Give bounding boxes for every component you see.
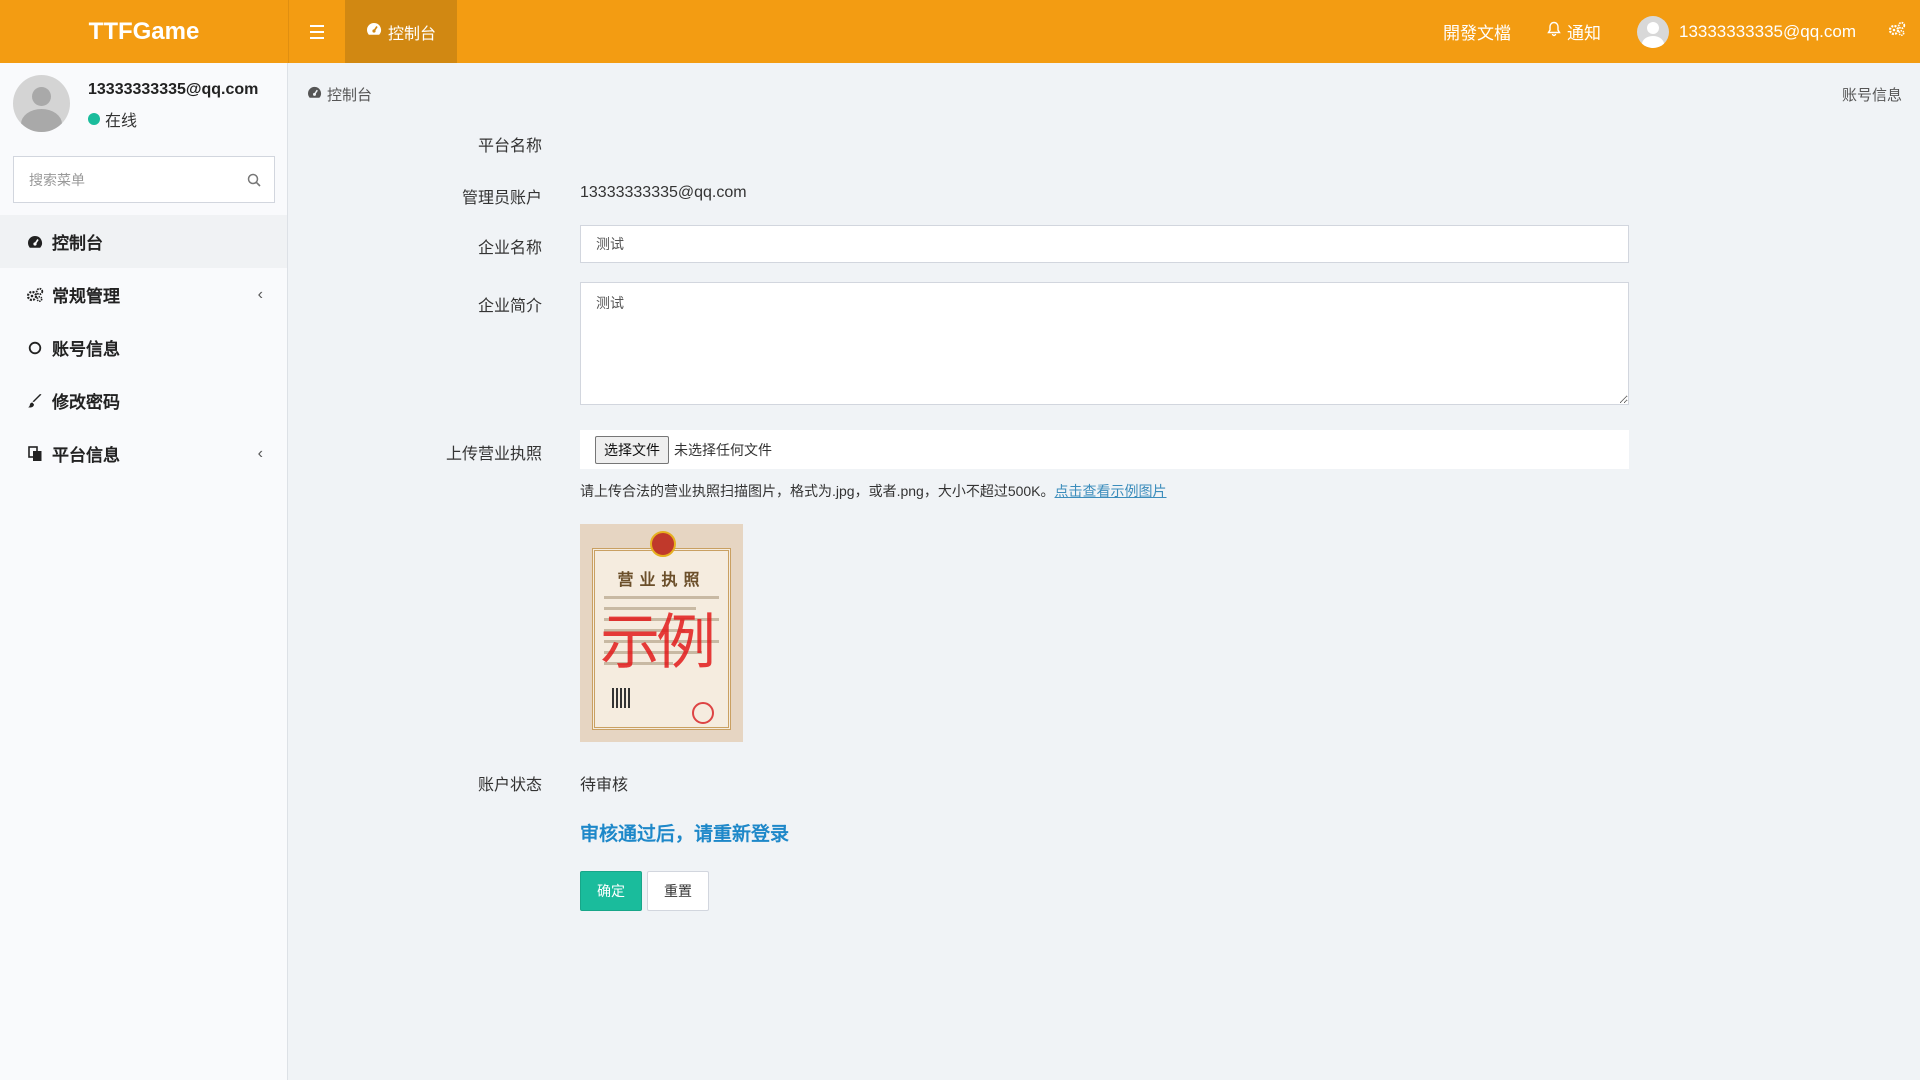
dashboard-icon xyxy=(307,86,322,103)
sidebar-item-label: 控制台 xyxy=(52,234,103,253)
file-upload-field: 选择文件 未选择任何文件 xyxy=(580,430,1629,469)
admin-account-value: 13333333335@qq.com xyxy=(580,184,747,201)
upload-hint: 请上传合法的营业执照扫描图片，格式为.jpg，或者.png，大小不超过500K。… xyxy=(580,481,1167,501)
view-sample-link[interactable]: 点击查看示例图片 xyxy=(1055,483,1167,499)
sidebar-item-label: 常规管理 xyxy=(52,287,120,306)
brush-icon xyxy=(26,392,44,410)
choose-file-button[interactable]: 选择文件 xyxy=(595,435,669,464)
seal-stamp-icon xyxy=(692,702,714,724)
docs-label: 開發文檔 xyxy=(1442,24,1511,43)
sidebar-item-platform[interactable]: 平台信息 ‹ xyxy=(0,427,287,480)
sidebar-menu: 控制台 常规管理 ‹ 账号信息 修改密码 平台信息 ‹ xyxy=(0,215,287,480)
gears-icon xyxy=(1888,21,1906,42)
avatar xyxy=(1636,15,1669,48)
notify-label: 通知 xyxy=(1566,24,1601,43)
online-status: 在线 xyxy=(88,107,137,131)
relogin-notice: 审核通过后，请重新登录 xyxy=(580,824,790,845)
sidebar-toggle-button[interactable] xyxy=(288,0,345,63)
user-email: 13333333335@qq.com xyxy=(1678,21,1856,41)
sidebar-item-password[interactable]: 修改密码 xyxy=(0,374,287,427)
sidebar-item-general[interactable]: 常规管理 ‹ xyxy=(0,268,287,321)
sidebar-item-label: 账号信息 xyxy=(52,340,120,359)
menu-search xyxy=(13,156,275,203)
sidebar: 13333333335@qq.com 在线 控制台 常规管理 ‹ xyxy=(0,63,288,1080)
copy-icon xyxy=(26,445,44,463)
sidebar-item-label: 平台信息 xyxy=(52,446,120,465)
tab-dashboard[interactable]: 控制台 xyxy=(345,0,457,63)
sidebar-item-account[interactable]: 账号信息 xyxy=(0,321,287,374)
status-dot-icon xyxy=(88,113,100,125)
docs-link[interactable]: 開發文檔 xyxy=(1425,0,1529,63)
emblem-icon xyxy=(650,531,676,557)
user-menu[interactable]: 13333333335@qq.com xyxy=(1619,0,1874,63)
sidebar-user-email: 13333333335@qq.com xyxy=(88,81,259,98)
user-panel: 13333333335@qq.com 在线 xyxy=(0,63,288,148)
sidebar-item-label: 修改密码 xyxy=(52,393,120,412)
dashboard-icon xyxy=(26,233,44,251)
company-name-label: 企业名称 xyxy=(477,240,542,257)
license-sample-image: 营业执照 示例 xyxy=(580,524,743,742)
license-title: 营业执照 xyxy=(617,572,706,589)
bell-icon xyxy=(1547,21,1561,42)
company-name-input[interactable] xyxy=(580,225,1629,263)
chevron-left-icon: ‹ xyxy=(257,444,263,462)
dashboard-icon xyxy=(366,22,382,41)
notify-button[interactable]: 通知 xyxy=(1529,0,1619,63)
admin-account-label: 管理员账户 xyxy=(461,190,542,207)
top-right-menu: 開發文檔 通知 13333333335@qq.com xyxy=(1425,0,1920,63)
tab-dashboard-label: 控制台 xyxy=(387,25,436,43)
top-navbar: TTFGame 控制台 開發文檔 通知 13333333335@qq.com xyxy=(0,0,1920,63)
sidebar-item-dashboard[interactable]: 控制台 xyxy=(0,215,287,268)
platform-name-label: 平台名称 xyxy=(477,138,542,155)
breadcrumb-page-title: 账号信息 xyxy=(1841,87,1902,104)
account-status-value: 待审核 xyxy=(580,777,629,794)
sample-watermark: 示例 xyxy=(600,608,716,678)
company-intro-label: 企业简介 xyxy=(477,298,542,315)
main-content: 控制台 账号信息 平台名称 管理员账户 13333333335@qq.com 企… xyxy=(289,63,1920,1080)
breadcrumb: 控制台 xyxy=(307,84,372,105)
qr-code-icon xyxy=(612,688,632,708)
upload-hint-text: 请上传合法的营业执照扫描图片，格式为.jpg，或者.png，大小不超过500K。 xyxy=(580,483,1055,499)
settings-button[interactable] xyxy=(1874,0,1920,63)
upload-license-label: 上传营业执照 xyxy=(445,446,542,463)
circle-icon xyxy=(26,339,44,357)
gears-icon xyxy=(26,286,44,304)
breadcrumb-current[interactable]: 控制台 xyxy=(327,84,372,105)
reset-button[interactable]: 重置 xyxy=(647,871,709,911)
account-status-label: 账户状态 xyxy=(477,777,542,794)
search-icon[interactable] xyxy=(234,173,274,187)
company-intro-textarea[interactable]: 测试 xyxy=(580,282,1629,405)
avatar xyxy=(13,75,70,132)
status-label: 在线 xyxy=(105,113,138,130)
hamburger-icon xyxy=(310,23,324,41)
confirm-button[interactable]: 确定 xyxy=(580,871,642,911)
chevron-left-icon: ‹ xyxy=(257,285,263,303)
file-status: 未选择任何文件 xyxy=(674,441,772,458)
menu-search-input[interactable] xyxy=(14,157,234,202)
app-logo[interactable]: TTFGame xyxy=(0,0,288,63)
